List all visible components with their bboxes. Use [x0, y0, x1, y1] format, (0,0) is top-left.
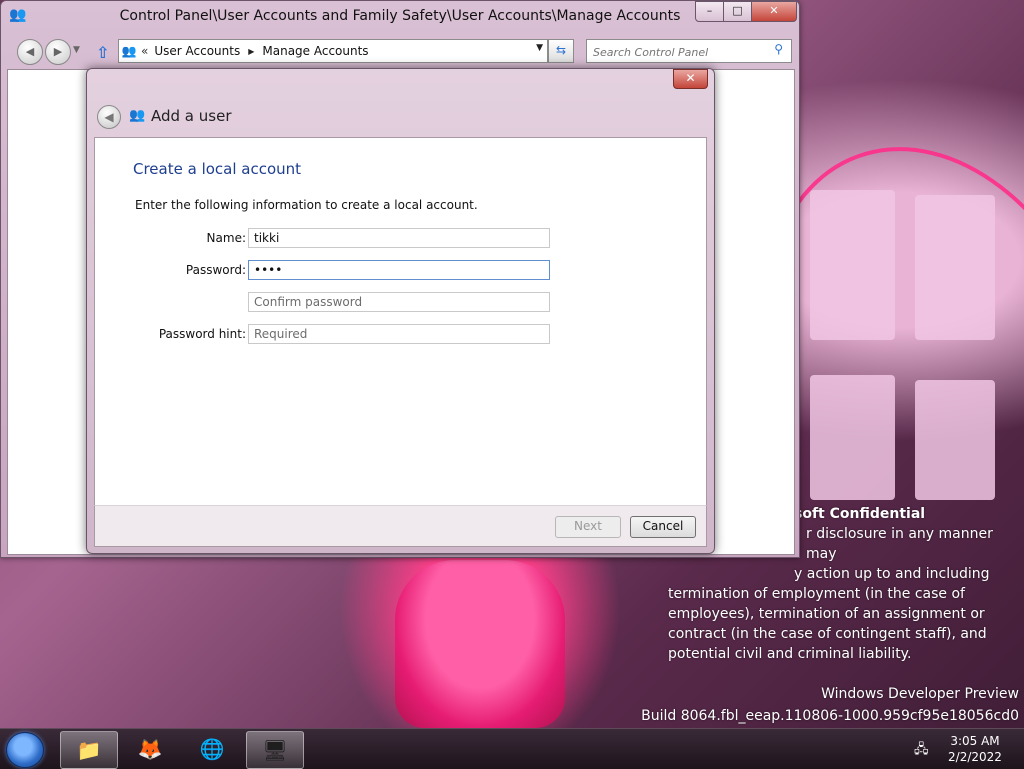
password-hint-label: Password hint: [158, 327, 246, 341]
caption-buttons: – □ ✕ [695, 1, 797, 22]
password-input[interactable] [248, 260, 550, 280]
confirm-password-row [95, 292, 706, 314]
firefox-taskbar-icon[interactable]: 🦊 [122, 731, 178, 767]
add-user-dialog: ✕ ◀ 👥 Add a user Create a local account … [86, 68, 715, 554]
search-box: ⚲ [586, 39, 792, 63]
dialog-back-button[interactable]: ◀ [97, 105, 121, 129]
maximize-button[interactable]: □ [723, 1, 752, 22]
search-icon[interactable]: ⚲ [774, 42, 783, 56]
chrome-taskbar-icon[interactable]: 🌐 [184, 731, 240, 767]
address-dropdown-icon[interactable]: ▼ [536, 43, 543, 53]
control-panel-icon: 👥 [121, 44, 137, 58]
password-hint-row: Password hint: [95, 324, 706, 346]
next-button[interactable]: Next [555, 516, 621, 538]
confidential-line: employees), termination of an assignment… [668, 606, 985, 622]
refresh-button[interactable]: ⇆ [548, 39, 574, 63]
forward-button[interactable]: ▶ [45, 39, 71, 65]
file-explorer-taskbar-icon[interactable]: 📁 [60, 731, 118, 769]
name-input[interactable] [248, 228, 550, 248]
taskbar: 📁 🦊 🌐 🖥 🖧 3:05 AM 2/2/2022 [0, 728, 1024, 769]
taskbar-clock[interactable]: 3:05 AM 2/2/2022 [940, 733, 1010, 765]
dialog-intro-text: Enter the following information to creat… [135, 198, 478, 212]
breadcrumb-separator-icon[interactable]: ▶ [248, 47, 254, 56]
confidential-line: termination of employment (in the case o… [668, 586, 965, 602]
confirm-password-input[interactable] [248, 292, 550, 312]
address-bar[interactable]: 👥 « User Accounts ▶ Manage Accounts ▼ [118, 39, 548, 63]
dialog-close-button[interactable]: ✕ [673, 69, 708, 89]
cancel-button[interactable]: Cancel [630, 516, 696, 538]
wallpaper-figure [395, 560, 565, 728]
password-hint-input[interactable] [248, 324, 550, 344]
overflow-chevron-icon[interactable]: « [141, 44, 148, 58]
confidential-line: y action up to and including [794, 566, 990, 582]
minimize-button[interactable]: – [695, 1, 724, 22]
close-button[interactable]: ✕ [751, 1, 797, 22]
users-icon: 👥 [129, 108, 146, 123]
password-label: Password: [185, 263, 246, 277]
name-row: Name: [95, 228, 706, 250]
clock-time: 3:05 AM [950, 734, 1000, 748]
password-row: Password: [95, 260, 706, 282]
up-arrow-icon[interactable]: ⇧ [96, 43, 109, 62]
window-title: Control Panel\User Accounts and Family S… [119, 8, 681, 24]
breadcrumb-user-accounts[interactable]: User Accounts [154, 44, 240, 58]
navigation-bar: ◀ ▶ ▼ ⇧ 👥 « User Accounts ▶ Manage Accou… [1, 35, 799, 65]
clock-date: 2/2/2022 [948, 750, 1002, 764]
confidential-line: contract (in the case of contingent staf… [668, 626, 987, 642]
dialog-title: Add a user [151, 107, 232, 125]
dialog-content: Create a local account Enter the followi… [94, 137, 707, 506]
search-input[interactable] [591, 42, 765, 62]
dialog-heading: Create a local account [133, 160, 302, 178]
name-label: Name: [206, 231, 246, 245]
control-panel-taskbar-icon[interactable]: 🖥 [246, 731, 304, 769]
start-button[interactable] [6, 732, 44, 768]
breadcrumb-manage-accounts[interactable]: Manage Accounts [262, 44, 368, 58]
os-name-watermark: Windows Developer Preview [821, 686, 1019, 702]
window-titlebar[interactable]: 👥 Control Panel\User Accounts and Family… [1, 1, 799, 31]
dialog-footer: Next Cancel [94, 505, 707, 547]
network-icon[interactable]: 🖧 [914, 740, 929, 762]
confidential-line: potential civil and criminal liability. [668, 646, 912, 662]
build-watermark: Build 8064.fbl_eeap.110806-1000.959cf95e… [641, 708, 1019, 724]
back-button[interactable]: ◀ [17, 39, 43, 65]
recent-pages-dropdown-icon[interactable]: ▼ [73, 45, 80, 55]
